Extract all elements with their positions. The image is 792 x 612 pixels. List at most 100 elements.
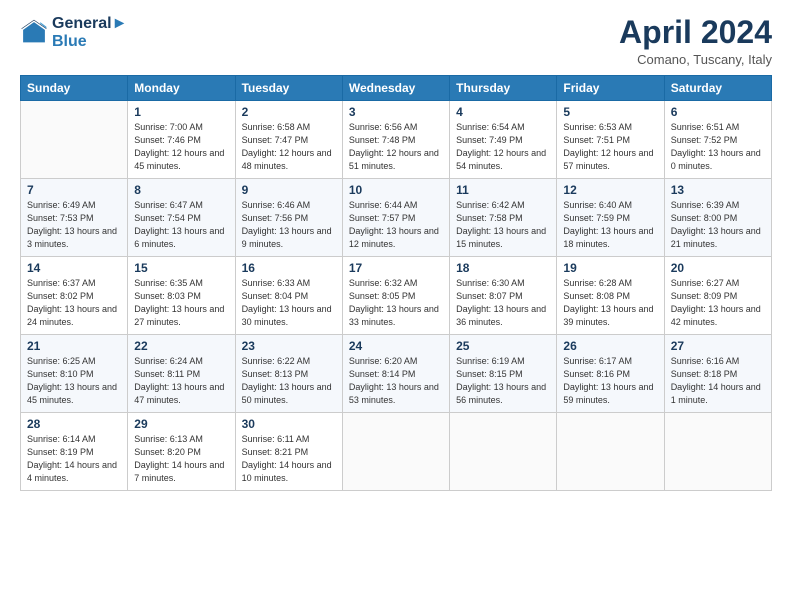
day-info: Sunrise: 6:39 AM Sunset: 8:00 PM Dayligh… [671,199,765,251]
day-info: Sunrise: 6:27 AM Sunset: 8:09 PM Dayligh… [671,277,765,329]
day-info: Sunrise: 6:32 AM Sunset: 8:05 PM Dayligh… [349,277,443,329]
table-row [342,413,449,491]
day-info: Sunrise: 6:14 AM Sunset: 8:19 PM Dayligh… [27,433,121,485]
table-row: 30 Sunrise: 6:11 AM Sunset: 8:21 PM Dayl… [235,413,342,491]
table-row: 20 Sunrise: 6:27 AM Sunset: 8:09 PM Dayl… [664,257,771,335]
table-row: 18 Sunrise: 6:30 AM Sunset: 8:07 PM Dayl… [450,257,557,335]
day-number: 27 [671,339,765,353]
day-number: 21 [27,339,121,353]
day-number: 8 [134,183,228,197]
day-info: Sunrise: 6:35 AM Sunset: 8:03 PM Dayligh… [134,277,228,329]
day-number: 23 [242,339,336,353]
day-info: Sunrise: 6:40 AM Sunset: 7:59 PM Dayligh… [563,199,657,251]
day-number: 25 [456,339,550,353]
month-title: April 2024 [619,15,772,50]
table-row: 4 Sunrise: 6:54 AM Sunset: 7:49 PM Dayli… [450,101,557,179]
day-info: Sunrise: 6:42 AM Sunset: 7:58 PM Dayligh… [456,199,550,251]
table-row: 25 Sunrise: 6:19 AM Sunset: 8:15 PM Dayl… [450,335,557,413]
day-number: 3 [349,105,443,119]
day-number: 30 [242,417,336,431]
table-row: 6 Sunrise: 6:51 AM Sunset: 7:52 PM Dayli… [664,101,771,179]
table-row: 13 Sunrise: 6:39 AM Sunset: 8:00 PM Dayl… [664,179,771,257]
table-row: 9 Sunrise: 6:46 AM Sunset: 7:56 PM Dayli… [235,179,342,257]
page-container: General► Blue April 2024 Comano, Tuscany… [0,0,792,501]
day-number: 12 [563,183,657,197]
col-thursday: Thursday [450,76,557,101]
table-row: 21 Sunrise: 6:25 AM Sunset: 8:10 PM Dayl… [21,335,128,413]
table-row: 17 Sunrise: 6:32 AM Sunset: 8:05 PM Dayl… [342,257,449,335]
table-row: 15 Sunrise: 6:35 AM Sunset: 8:03 PM Dayl… [128,257,235,335]
col-saturday: Saturday [664,76,771,101]
calendar-header: Sunday Monday Tuesday Wednesday Thursday… [21,76,772,101]
day-number: 2 [242,105,336,119]
table-row: 12 Sunrise: 6:40 AM Sunset: 7:59 PM Dayl… [557,179,664,257]
day-info: Sunrise: 6:53 AM Sunset: 7:51 PM Dayligh… [563,121,657,173]
table-row: 14 Sunrise: 6:37 AM Sunset: 8:02 PM Dayl… [21,257,128,335]
table-row: 29 Sunrise: 6:13 AM Sunset: 8:20 PM Dayl… [128,413,235,491]
day-info: Sunrise: 6:44 AM Sunset: 7:57 PM Dayligh… [349,199,443,251]
day-number: 6 [671,105,765,119]
day-number: 1 [134,105,228,119]
header: General► Blue April 2024 Comano, Tuscany… [20,15,772,67]
day-number: 29 [134,417,228,431]
day-number: 18 [456,261,550,275]
day-info: Sunrise: 6:24 AM Sunset: 8:11 PM Dayligh… [134,355,228,407]
col-tuesday: Tuesday [235,76,342,101]
day-number: 17 [349,261,443,275]
title-area: April 2024 Comano, Tuscany, Italy [619,15,772,67]
day-info: Sunrise: 7:00 AM Sunset: 7:46 PM Dayligh… [134,121,228,173]
table-row: 7 Sunrise: 6:49 AM Sunset: 7:53 PM Dayli… [21,179,128,257]
day-info: Sunrise: 6:58 AM Sunset: 7:47 PM Dayligh… [242,121,336,173]
day-number: 14 [27,261,121,275]
day-number: 24 [349,339,443,353]
table-row [664,413,771,491]
table-row [21,101,128,179]
day-info: Sunrise: 6:13 AM Sunset: 8:20 PM Dayligh… [134,433,228,485]
table-row [557,413,664,491]
table-row: 2 Sunrise: 6:58 AM Sunset: 7:47 PM Dayli… [235,101,342,179]
day-number: 19 [563,261,657,275]
day-info: Sunrise: 6:37 AM Sunset: 8:02 PM Dayligh… [27,277,121,329]
day-info: Sunrise: 6:19 AM Sunset: 8:15 PM Dayligh… [456,355,550,407]
day-info: Sunrise: 6:16 AM Sunset: 8:18 PM Dayligh… [671,355,765,407]
table-row: 8 Sunrise: 6:47 AM Sunset: 7:54 PM Dayli… [128,179,235,257]
logo: General► Blue [20,15,127,50]
day-number: 5 [563,105,657,119]
col-wednesday: Wednesday [342,76,449,101]
calendar-body: 1 Sunrise: 7:00 AM Sunset: 7:46 PM Dayli… [21,101,772,491]
table-row: 10 Sunrise: 6:44 AM Sunset: 7:57 PM Dayl… [342,179,449,257]
day-info: Sunrise: 6:22 AM Sunset: 8:13 PM Dayligh… [242,355,336,407]
table-row: 5 Sunrise: 6:53 AM Sunset: 7:51 PM Dayli… [557,101,664,179]
table-row: 3 Sunrise: 6:56 AM Sunset: 7:48 PM Dayli… [342,101,449,179]
table-row: 22 Sunrise: 6:24 AM Sunset: 8:11 PM Dayl… [128,335,235,413]
logo-icon [20,19,48,47]
day-number: 20 [671,261,765,275]
table-row: 16 Sunrise: 6:33 AM Sunset: 8:04 PM Dayl… [235,257,342,335]
calendar-table: Sunday Monday Tuesday Wednesday Thursday… [20,75,772,491]
table-row: 24 Sunrise: 6:20 AM Sunset: 8:14 PM Dayl… [342,335,449,413]
table-row: 27 Sunrise: 6:16 AM Sunset: 8:18 PM Dayl… [664,335,771,413]
table-row: 26 Sunrise: 6:17 AM Sunset: 8:16 PM Dayl… [557,335,664,413]
col-friday: Friday [557,76,664,101]
col-sunday: Sunday [21,76,128,101]
day-info: Sunrise: 6:33 AM Sunset: 8:04 PM Dayligh… [242,277,336,329]
day-info: Sunrise: 6:56 AM Sunset: 7:48 PM Dayligh… [349,121,443,173]
table-row: 11 Sunrise: 6:42 AM Sunset: 7:58 PM Dayl… [450,179,557,257]
day-number: 28 [27,417,121,431]
day-info: Sunrise: 6:20 AM Sunset: 8:14 PM Dayligh… [349,355,443,407]
day-number: 10 [349,183,443,197]
day-info: Sunrise: 6:49 AM Sunset: 7:53 PM Dayligh… [27,199,121,251]
location-subtitle: Comano, Tuscany, Italy [619,52,772,67]
table-row: 1 Sunrise: 7:00 AM Sunset: 7:46 PM Dayli… [128,101,235,179]
table-row: 23 Sunrise: 6:22 AM Sunset: 8:13 PM Dayl… [235,335,342,413]
table-row: 28 Sunrise: 6:14 AM Sunset: 8:19 PM Dayl… [21,413,128,491]
day-number: 4 [456,105,550,119]
day-info: Sunrise: 6:47 AM Sunset: 7:54 PM Dayligh… [134,199,228,251]
day-info: Sunrise: 6:51 AM Sunset: 7:52 PM Dayligh… [671,121,765,173]
col-monday: Monday [128,76,235,101]
day-info: Sunrise: 6:11 AM Sunset: 8:21 PM Dayligh… [242,433,336,485]
logo-text: General► Blue [52,15,127,50]
day-info: Sunrise: 6:25 AM Sunset: 8:10 PM Dayligh… [27,355,121,407]
table-row: 19 Sunrise: 6:28 AM Sunset: 8:08 PM Dayl… [557,257,664,335]
day-number: 13 [671,183,765,197]
